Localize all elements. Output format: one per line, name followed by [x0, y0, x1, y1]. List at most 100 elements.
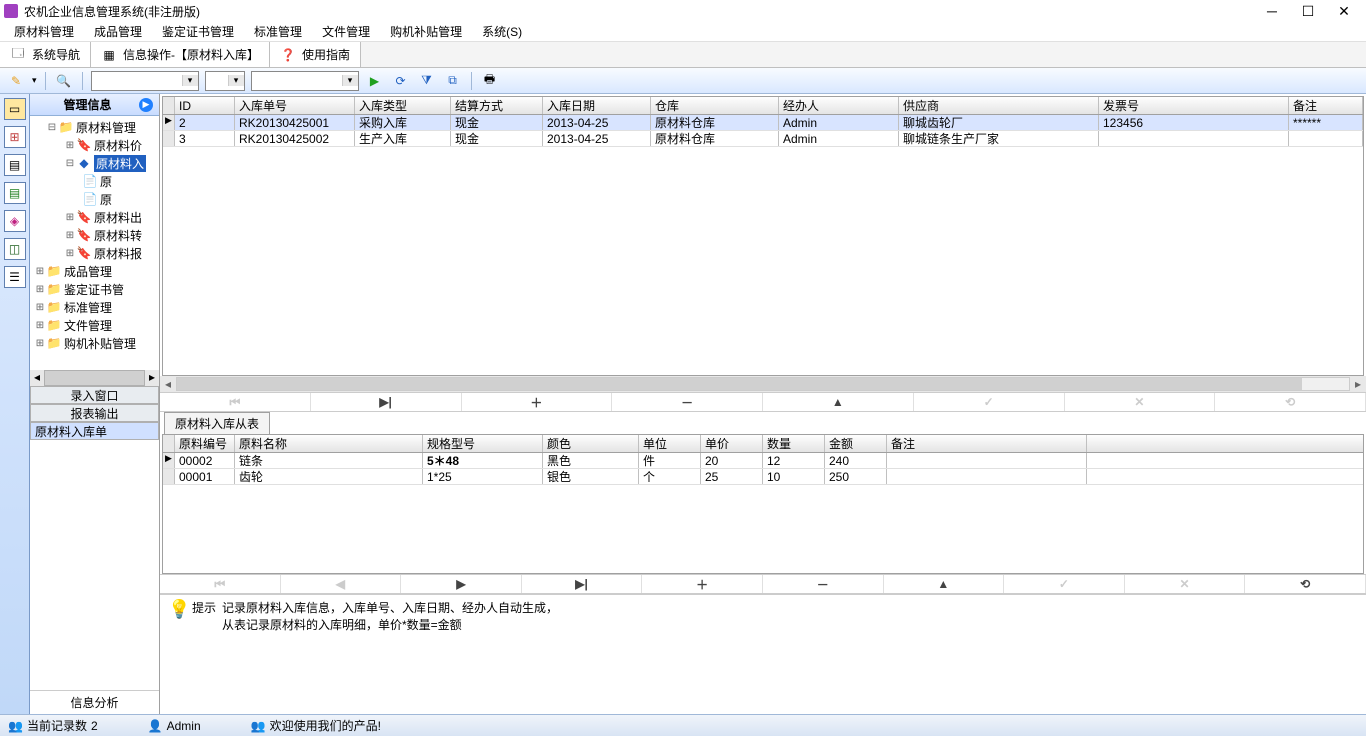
table-row[interactable]: 3 RK20130425002 生产入库 现金 2013-04-25 原材料仓库…: [163, 131, 1363, 147]
nav-prev[interactable]: ▶|: [311, 393, 462, 411]
dcol-name[interactable]: 原料名称: [235, 435, 423, 452]
dnav-remove[interactable]: －: [763, 575, 884, 593]
maximize-button[interactable]: ☐: [1290, 3, 1326, 20]
menu-cert[interactable]: 鉴定证书管理: [152, 23, 244, 40]
edit-dropdown-icon[interactable]: ▾: [32, 75, 37, 86]
strip-btn-4[interactable]: ▤: [4, 182, 26, 204]
table-row[interactable]: ▶ 00002 链条 5＊48 黑色 件 20 12 240: [163, 453, 1363, 469]
menu-file[interactable]: 文件管理: [312, 23, 380, 40]
nav-refresh[interactable]: ⟲: [1215, 393, 1366, 411]
col-no[interactable]: 入库单号: [235, 97, 355, 114]
menu-subsidy[interactable]: 购机补贴管理: [380, 23, 472, 40]
dnav-up[interactable]: ▲: [884, 575, 1005, 593]
nav-add[interactable]: ＋: [462, 393, 613, 411]
combo-3[interactable]: ▾: [251, 71, 359, 91]
tree-n5[interactable]: ⊞🔖原材料报: [30, 244, 159, 262]
tree-root[interactable]: ⊟📁原材料管理: [30, 118, 159, 136]
dcol-unit[interactable]: 单位: [639, 435, 701, 452]
dcol-amt[interactable]: 金额: [825, 435, 887, 452]
menu-standard[interactable]: 标准管理: [244, 23, 312, 40]
combo-1-input[interactable]: [92, 72, 182, 90]
col-op[interactable]: 经办人: [779, 97, 899, 114]
sidebar-foot[interactable]: 信息分析: [30, 690, 159, 714]
tree-s3[interactable]: ⊞📁标准管理: [30, 298, 159, 316]
side-btn-report-output[interactable]: 报表输出: [30, 404, 159, 422]
chevron-down-icon[interactable]: ▾: [342, 75, 358, 86]
col-pay[interactable]: 结算方式: [451, 97, 543, 114]
tab-help[interactable]: ❓ 使用指南: [270, 42, 361, 67]
tree-s1[interactable]: ⊞📁成品管理: [30, 262, 159, 280]
side-btn-input-window[interactable]: 录入窗口: [30, 386, 159, 404]
search-icon[interactable]: 🔍: [54, 71, 74, 91]
combo-2-input[interactable]: [206, 72, 228, 90]
dcol-qty[interactable]: 数量: [763, 435, 825, 452]
table-row[interactable]: 00001 齿轮 1*25 银色 个 25 10 250: [163, 469, 1363, 485]
sub-tab[interactable]: 原材料入库从表: [164, 412, 270, 434]
sidebar-collapse-icon[interactable]: ▶: [139, 98, 153, 112]
combo-3-input[interactable]: [252, 72, 342, 90]
tree-n1[interactable]: ⊞🔖原材料价: [30, 136, 159, 154]
link-icon[interactable]: ⧉: [443, 71, 463, 91]
menu-system[interactable]: 系统(S): [472, 23, 532, 40]
dnav-add[interactable]: ＋: [642, 575, 763, 593]
scroll-left-icon[interactable]: ◂: [160, 377, 176, 391]
tree-s4[interactable]: ⊞📁文件管理: [30, 316, 159, 334]
dnav-cancel[interactable]: ✕: [1125, 575, 1246, 593]
tree-n2a[interactable]: 📄原: [30, 172, 159, 190]
nav-remove[interactable]: －: [612, 393, 763, 411]
col-wh[interactable]: 仓库: [651, 97, 779, 114]
table-row[interactable]: ▶ 2 RK20130425001 采购入库 现金 2013-04-25 原材料…: [163, 115, 1363, 131]
strip-btn-6[interactable]: ◫: [4, 238, 26, 260]
tree-n2[interactable]: ⊟◆原材料入: [30, 154, 159, 172]
chevron-down-icon[interactable]: ▾: [182, 75, 198, 86]
combo-1[interactable]: ▾: [91, 71, 199, 91]
dcol-code[interactable]: 原料编号: [175, 435, 235, 452]
edit-icon[interactable]: ✎: [6, 71, 26, 91]
main-grid-hscroll[interactable]: ◂ ▸: [160, 376, 1366, 392]
dnav-first[interactable]: ⏮: [160, 575, 281, 593]
tab-system-nav[interactable]: 🗔 系统导航: [0, 42, 91, 67]
combo-2[interactable]: ▾: [205, 71, 245, 91]
run-icon[interactable]: ▶: [365, 71, 385, 91]
tree-s2[interactable]: ⊞📁鉴定证书管: [30, 280, 159, 298]
strip-btn-1[interactable]: ▭: [4, 98, 26, 120]
dnav-refresh[interactable]: ⟲: [1245, 575, 1366, 593]
chevron-down-icon[interactable]: ▾: [228, 75, 244, 86]
col-date[interactable]: 入库日期: [543, 97, 651, 114]
strip-btn-7[interactable]: ☰: [4, 266, 26, 288]
dnav-last[interactable]: ▶|: [522, 575, 643, 593]
strip-btn-3[interactable]: ▤: [4, 154, 26, 176]
dnav-next[interactable]: ▶: [401, 575, 522, 593]
tree-s5[interactable]: ⊞📁购机补贴管理: [30, 334, 159, 352]
col-sup[interactable]: 供应商: [899, 97, 1099, 114]
dcol-note[interactable]: 备注: [887, 435, 1087, 452]
dcol-color[interactable]: 颜色: [543, 435, 639, 452]
dcol-price[interactable]: 单价: [701, 435, 763, 452]
nav-check[interactable]: ✓: [914, 393, 1065, 411]
nav-cancel[interactable]: ✕: [1065, 393, 1216, 411]
strip-btn-5[interactable]: ◈: [4, 210, 26, 232]
dcol-spec[interactable]: 规格型号: [423, 435, 543, 452]
dnav-prev[interactable]: ◀: [281, 575, 402, 593]
menu-raw-material[interactable]: 原材料管理: [4, 23, 84, 40]
dnav-check[interactable]: ✓: [1004, 575, 1125, 593]
tree-n4[interactable]: ⊞🔖原材料转: [30, 226, 159, 244]
col-note[interactable]: 备注: [1289, 97, 1363, 114]
menu-product[interactable]: 成品管理: [84, 23, 152, 40]
nav-up[interactable]: ▲: [763, 393, 914, 411]
nav-first[interactable]: ⏮: [160, 393, 311, 411]
side-btn-inbound-sheet[interactable]: 原材料入库单: [30, 422, 159, 440]
col-inv[interactable]: 发票号: [1099, 97, 1289, 114]
tree-n3[interactable]: ⊞🔖原材料出: [30, 208, 159, 226]
close-button[interactable]: ✕: [1326, 3, 1362, 20]
tab-info-operate[interactable]: ▦ 信息操作-【原材料入库】: [91, 42, 270, 67]
minimize-button[interactable]: ─: [1254, 3, 1290, 19]
col-id[interactable]: ID: [175, 97, 235, 114]
tree-n2b[interactable]: 📄原: [30, 190, 159, 208]
filter-funnel-icon[interactable]: ⧩: [417, 71, 437, 91]
strip-btn-2[interactable]: ⊞: [4, 126, 26, 148]
sidebar-hscroll[interactable]: ◂▸: [30, 370, 159, 386]
scroll-right-icon[interactable]: ▸: [1350, 377, 1366, 391]
print-icon[interactable]: 🖶: [480, 71, 500, 91]
col-type[interactable]: 入库类型: [355, 97, 451, 114]
